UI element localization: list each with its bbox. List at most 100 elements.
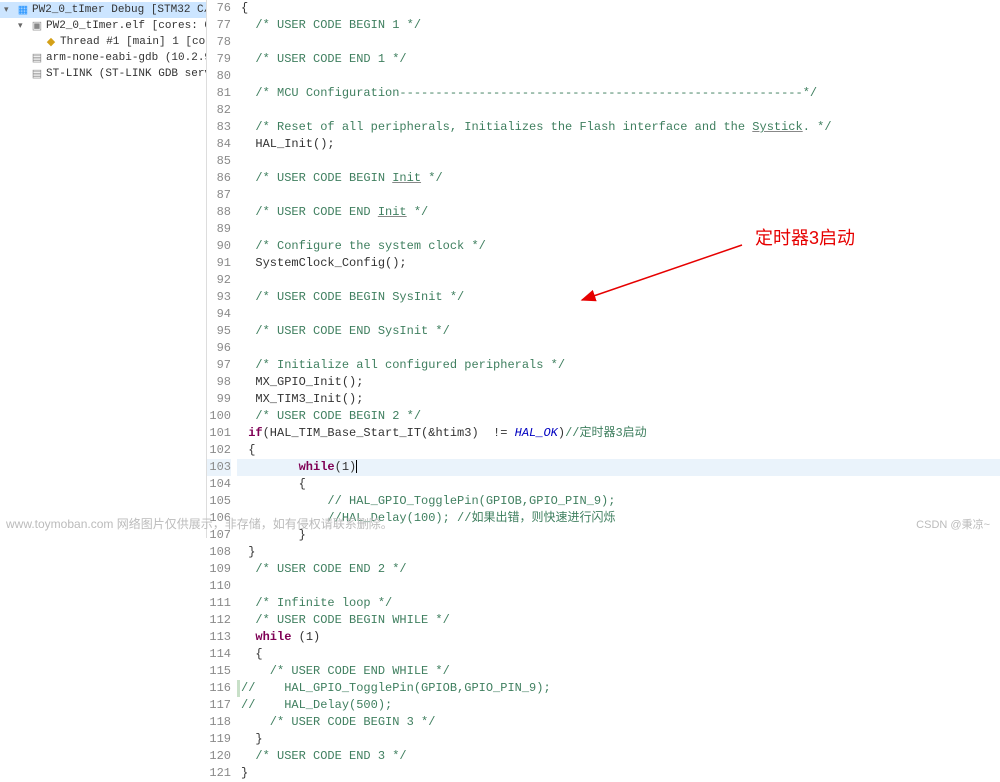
line-number: 88 [207, 204, 231, 221]
tree-item-label: arm-none-eabi-gdb (10.2.90.20210621) [46, 52, 206, 64]
line-number: 85 [207, 153, 231, 170]
line-number: 89 [207, 221, 231, 238]
code-line[interactable]: { [237, 442, 1000, 459]
code-line[interactable]: if(HAL_TIM_Base_Start_IT(&htim3) != HAL_… [237, 425, 1000, 442]
line-number: 94 [207, 306, 231, 323]
watermark-right: CSDN @秉凉~ [916, 516, 990, 532]
code-line[interactable]: MX_TIM3_Init(); [237, 391, 1000, 408]
line-number: 119 [207, 731, 231, 748]
debug-tree-item[interactable]: ▾▦PW2_0_tImer Debug [STM32 C/C++ Applic [0, 2, 206, 18]
line-number: 108 [207, 544, 231, 561]
line-number: 99 [207, 391, 231, 408]
line-number: 120 [207, 748, 231, 765]
code-line[interactable]: /* Reset of all peripherals, Initializes… [237, 119, 1000, 136]
line-number: 91 [207, 255, 231, 272]
line-number: 114 [207, 646, 231, 663]
code-line[interactable] [237, 340, 1000, 357]
code-line[interactable]: MX_GPIO_Init(); [237, 374, 1000, 391]
code-line[interactable] [237, 34, 1000, 51]
terminal-icon: ▤ [31, 52, 43, 64]
code-line[interactable] [237, 187, 1000, 204]
code-line[interactable]: HAL_Init(); [237, 136, 1000, 153]
line-number: 83 [207, 119, 231, 136]
text-cursor [356, 460, 357, 473]
code-line[interactable] [237, 578, 1000, 595]
code-editor[interactable]: 7677787980818283848586878889909192939495… [207, 0, 1000, 538]
code-line[interactable]: /* USER CODE BEGIN 2 */ [237, 408, 1000, 425]
code-line[interactable]: /* USER CODE BEGIN WHILE */ [237, 612, 1000, 629]
tree-item-label: Thread #1 [main] 1 [core: 0] (Running [60, 36, 206, 48]
debug-tree-item[interactable]: ▤ST-LINK (ST-LINK GDB server) [0, 66, 206, 82]
code-line[interactable]: /* USER CODE END 2 */ [237, 561, 1000, 578]
line-number-gutter: 7677787980818283848586878889909192939495… [207, 0, 237, 538]
line-number: 93 [207, 289, 231, 306]
line-number: 80 [207, 68, 231, 85]
code-line[interactable]: /* USER CODE BEGIN 3 */ [237, 714, 1000, 731]
code-line[interactable]: /* MCU Configuration--------------------… [237, 85, 1000, 102]
code-line[interactable]: /* USER CODE BEGIN Init */ [237, 170, 1000, 187]
line-number: 90 [207, 238, 231, 255]
code-line[interactable]: /* USER CODE END WHILE */ [237, 663, 1000, 680]
line-number: 82 [207, 102, 231, 119]
code-line[interactable]: // HAL_GPIO_TogglePin(GPIOB,GPIO_PIN_9); [237, 680, 1000, 697]
code-line[interactable] [237, 221, 1000, 238]
terminal-icon: ▤ [31, 68, 43, 80]
line-number: 79 [207, 51, 231, 68]
line-number: 111 [207, 595, 231, 612]
line-number: 86 [207, 170, 231, 187]
line-number: 84 [207, 136, 231, 153]
code-line[interactable]: // HAL_GPIO_TogglePin(GPIOB,GPIO_PIN_9); [237, 493, 1000, 510]
code-line[interactable]: /* USER CODE BEGIN SysInit */ [237, 289, 1000, 306]
code-line[interactable]: } [237, 544, 1000, 561]
code-line[interactable]: // HAL_Delay(500); [237, 697, 1000, 714]
dirty-marker [237, 680, 240, 697]
collapse-icon[interactable]: ▾ [18, 21, 28, 31]
code-line[interactable]: } [237, 731, 1000, 748]
code-line[interactable]: { [237, 646, 1000, 663]
line-number: 112 [207, 612, 231, 629]
code-line[interactable]: /* Initialize all configured peripherals… [237, 357, 1000, 374]
code-line[interactable]: while(1) [237, 459, 1000, 476]
line-number: 102 [207, 442, 231, 459]
code-line[interactable]: /* USER CODE END Init */ [237, 204, 1000, 221]
code-line[interactable] [237, 153, 1000, 170]
tree-item-label: ST-LINK (ST-LINK GDB server) [46, 68, 206, 80]
code-line[interactable]: { [237, 476, 1000, 493]
debug-tree-item[interactable]: ▾▣PW2_0_tImer.elf [cores: 0] [0, 18, 206, 34]
code-line[interactable] [237, 272, 1000, 289]
code-line[interactable]: /* USER CODE BEGIN 1 */ [237, 17, 1000, 34]
debug-tree-item[interactable]: ▤arm-none-eabi-gdb (10.2.90.20210621) [0, 50, 206, 66]
code-line[interactable]: /* USER CODE END SysInit */ [237, 323, 1000, 340]
code-line[interactable] [237, 68, 1000, 85]
code-line[interactable] [237, 102, 1000, 119]
line-number: 105 [207, 493, 231, 510]
code-line[interactable]: /* Configure the system clock */ [237, 238, 1000, 255]
code-line[interactable]: SystemClock_Config(); [237, 255, 1000, 272]
thread-icon: ◆ [45, 36, 57, 48]
line-number: 87 [207, 187, 231, 204]
code-line[interactable]: /* USER CODE END 1 */ [237, 51, 1000, 68]
line-number: 100 [207, 408, 231, 425]
code-line[interactable]: } [237, 765, 1000, 782]
line-number: 81 [207, 85, 231, 102]
code-line[interactable]: { [237, 0, 1000, 17]
line-number: 77 [207, 17, 231, 34]
line-number: 92 [207, 272, 231, 289]
watermark-left: www.toymoban.com 网络图片仅供展示，非存储，如有侵权请联系删除。 [6, 515, 393, 532]
code-line[interactable]: /* Infinite loop */ [237, 595, 1000, 612]
line-number: 117 [207, 697, 231, 714]
chip-icon: ▣ [31, 20, 43, 32]
code-line[interactable]: /* USER CODE END 3 */ [237, 748, 1000, 765]
collapse-icon[interactable]: ▾ [4, 5, 14, 15]
debug-tree-item[interactable]: ◆Thread #1 [main] 1 [core: 0] (Running [0, 34, 206, 50]
tree-item-label: PW2_0_tImer.elf [cores: 0] [46, 20, 206, 32]
line-number: 109 [207, 561, 231, 578]
code-line[interactable] [237, 306, 1000, 323]
annotation-label: 定时器3启动 [755, 230, 855, 247]
code-area[interactable]: { /* USER CODE BEGIN 1 */ /* USER CODE E… [237, 0, 1000, 538]
line-number: 118 [207, 714, 231, 731]
line-number: 110 [207, 578, 231, 595]
line-number: 121 [207, 765, 231, 782]
debug-view-sidebar[interactable]: ▾▦PW2_0_tImer Debug [STM32 C/C++ Applic▾… [0, 0, 207, 538]
code-line[interactable]: while (1) [237, 629, 1000, 646]
